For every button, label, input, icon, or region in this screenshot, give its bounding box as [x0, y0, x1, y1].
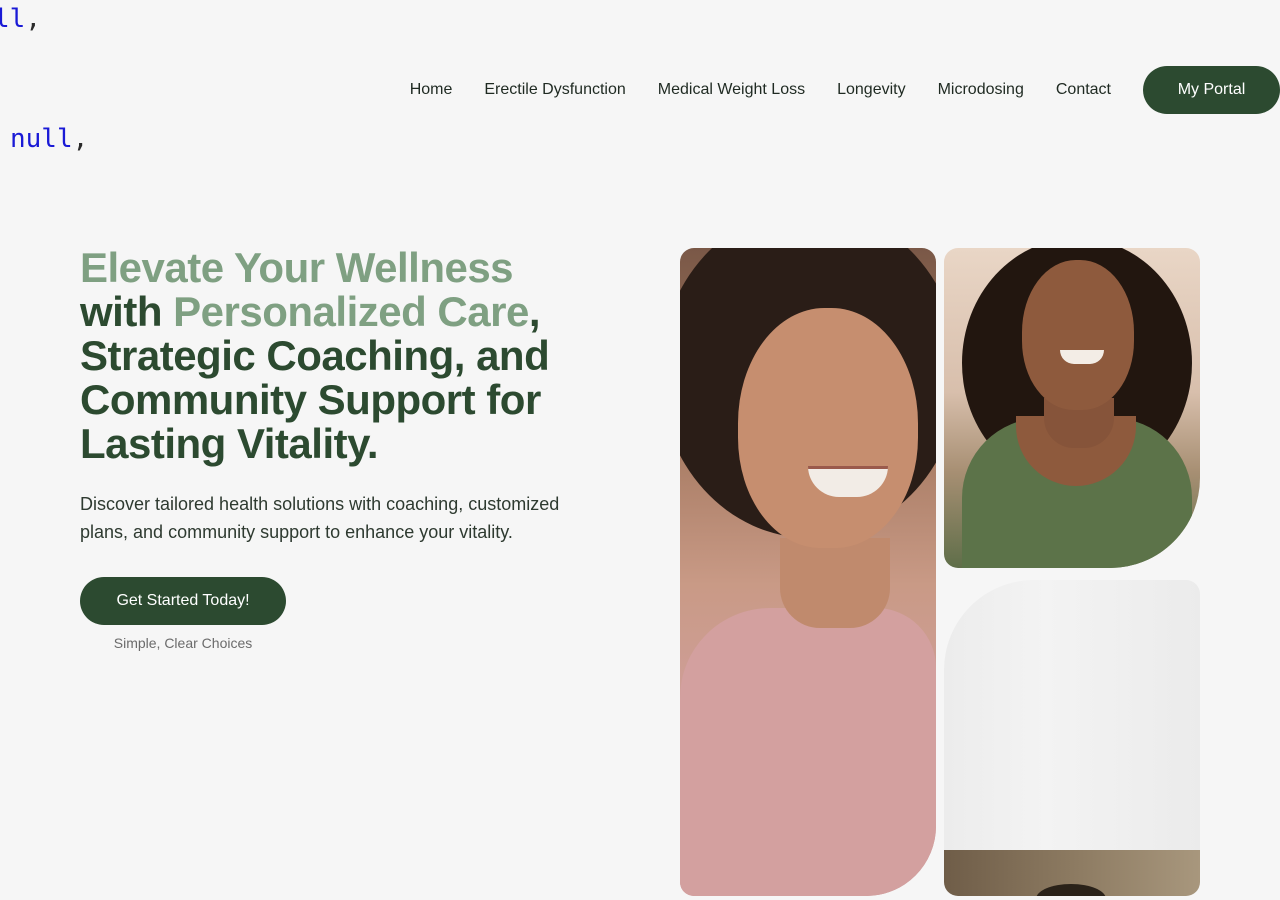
nav-link-contact[interactable]: Contact: [1056, 81, 1111, 99]
get-started-button[interactable]: Get Started Today!: [80, 577, 286, 625]
nav-link-microdosing[interactable]: Microdosing: [938, 81, 1024, 99]
hero-section: Elevate Your Wellness with Personalized C…: [80, 246, 620, 651]
debug-top-separator: ,: [25, 4, 41, 34]
headline-accent-2: Personalized Care: [173, 288, 529, 335]
hero-subtext: Discover tailored health solutions with …: [80, 494, 560, 542]
nav-link-erectile-dysfunction[interactable]: Erectile Dysfunction: [484, 81, 625, 99]
debug-top-text: ll: [0, 4, 26, 34]
headline-accent-1: Elevate Your Wellness: [80, 244, 514, 291]
debug-null-text-top: ll,: [0, 4, 41, 34]
hero-photo-woman-pink-top: [680, 248, 936, 896]
cta-caption: Simple, Clear Choices: [113, 635, 253, 651]
hero-headline: Elevate Your Wellness with Personalized C…: [80, 246, 620, 466]
photo-face-shape: [738, 308, 918, 548]
photo-neck-shape: [780, 538, 890, 628]
hero-photo-loading: [944, 580, 1200, 896]
hero-photo-woman-green-top: [944, 248, 1200, 568]
nav-link-medical-weight-loss[interactable]: Medical Weight Loss: [658, 81, 805, 99]
debug-mid-text: null: [10, 124, 73, 154]
nav-link-longevity[interactable]: Longevity: [837, 81, 906, 99]
debug-mid-separator: ,: [72, 124, 89, 154]
main-navigation: Home Erectile Dysfunction Medical Weight…: [410, 66, 1280, 114]
headline-text-2: Strategic Coaching, and Community Suppor…: [80, 332, 550, 467]
photo-face-shape: [1022, 260, 1134, 410]
nav-link-home[interactable]: Home: [410, 81, 453, 99]
debug-null-text-mid: null,: [10, 124, 88, 154]
headline-text-1: with: [80, 288, 162, 335]
photo-tank-top-shape: [680, 608, 936, 896]
headline-comma: ,: [528, 288, 541, 335]
my-portal-button[interactable]: My Portal: [1143, 66, 1280, 114]
